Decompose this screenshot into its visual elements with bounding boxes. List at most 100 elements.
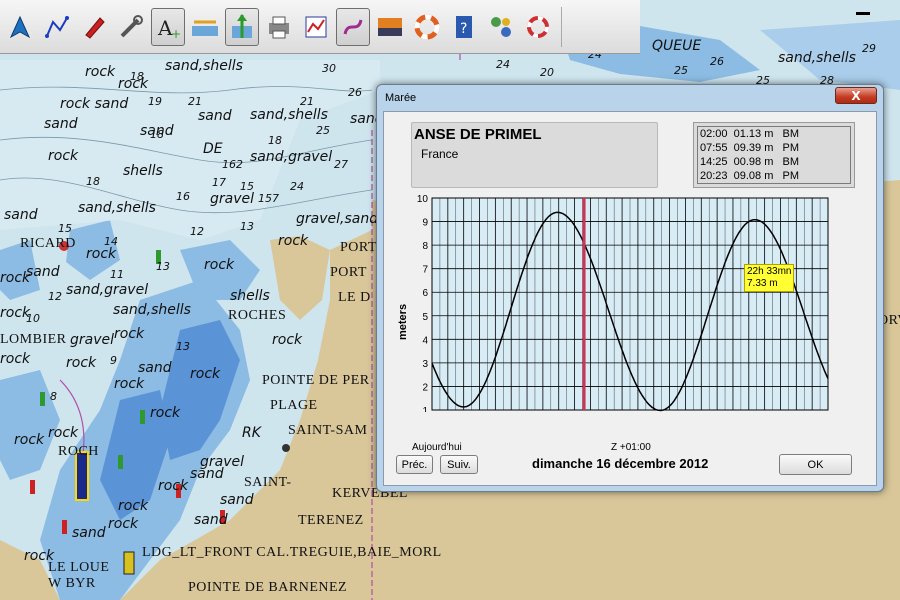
y-tick-label: 3	[422, 359, 428, 370]
y-tick-label: 10	[417, 194, 429, 205]
seabed-label: sand	[190, 466, 224, 482]
depth-sounding: 13	[240, 220, 254, 233]
depth-sounding: 25	[316, 124, 330, 137]
seabed-label: rock	[86, 246, 117, 262]
seabed-label: rock	[66, 355, 97, 371]
tide-dialog: Marée X ANSE DE PRIMEL France 02:00 01.1…	[376, 84, 884, 492]
seabed-label: sand,gravel	[250, 149, 333, 165]
seabed-label: rock	[118, 498, 149, 514]
toolbar: A + ?	[0, 0, 640, 54]
seabed-label: sand	[4, 207, 38, 223]
seabed-label: rock	[48, 425, 79, 441]
place-name: TERENEZ	[298, 513, 364, 528]
next-day-button[interactable]: Suiv.	[440, 455, 478, 474]
depth-sounding: 18	[150, 128, 164, 141]
seabed-label: rock	[14, 432, 45, 448]
today-label: Aujourd'hui	[412, 442, 462, 453]
route-icon[interactable]	[40, 8, 74, 46]
seabed-label: sand	[72, 525, 106, 541]
seabed-label: shells	[230, 288, 270, 304]
seabed-label: rock	[114, 376, 145, 392]
previous-day-button[interactable]: Préc.	[396, 455, 433, 474]
depth-sounding: 21	[300, 95, 314, 108]
place-name: PLAGE	[270, 398, 318, 413]
seabed-label: sand,gravel	[66, 282, 149, 298]
seabed-label: sand	[138, 360, 172, 376]
ok-button[interactable]: OK	[779, 454, 852, 475]
chart-icon[interactable]	[299, 8, 333, 46]
depth-sounding: 26	[348, 86, 362, 99]
depth-sounding: 157	[258, 192, 279, 205]
depth-sounding: 15	[240, 180, 254, 193]
seabed-label: rock	[150, 405, 181, 421]
seabed-label: RK	[242, 425, 261, 441]
depth-sounding: 16	[176, 190, 190, 203]
date-label: dimanche 16 décembre 2012	[532, 456, 709, 471]
depth-sounding: 20	[540, 66, 554, 79]
depth-sounding: 18	[130, 70, 144, 83]
horizon-icon[interactable]	[188, 8, 222, 46]
depth-sounding: 19	[148, 95, 162, 108]
depth-sounding: 18	[86, 175, 100, 188]
seabed-label: shells	[123, 163, 163, 179]
depth-sounding: 12	[190, 225, 204, 238]
seabed-label: sand	[220, 492, 254, 508]
dialog-title: Marée	[385, 92, 417, 104]
depth-sounding: 11	[110, 268, 124, 281]
close-button[interactable]: X	[835, 87, 877, 104]
y-tick-label: 4	[422, 335, 428, 346]
window-minimize-button[interactable]	[856, 12, 870, 15]
text-icon[interactable]: A +	[151, 7, 185, 46]
depth-sounding: 30	[322, 62, 336, 75]
tools-icon[interactable]	[114, 8, 148, 46]
tide-icon[interactable]	[225, 7, 259, 46]
tide-chart[interactable]: 1234567891000010203040506070809101112131…	[384, 112, 876, 412]
seabed-label: rock	[85, 64, 116, 80]
y-tick-label: 7	[422, 265, 428, 276]
seabed-label: rock	[190, 366, 221, 382]
depth-sounding: 26	[710, 55, 724, 68]
seabed-label: rock	[0, 270, 31, 286]
seabed-label: sand,shells	[165, 58, 243, 74]
seabed-label: rock	[272, 332, 303, 348]
marker-icon[interactable]	[77, 8, 111, 46]
seabed-label: DE	[203, 141, 223, 157]
depth-sounding: 24	[290, 180, 304, 193]
settings-icon[interactable]	[521, 8, 555, 46]
seabed-label: rock	[278, 233, 309, 249]
navigation-icon[interactable]	[3, 8, 37, 46]
seabed-label: rock	[204, 257, 235, 273]
place-name: ROCHES	[228, 308, 287, 323]
depth-sounding: 9	[110, 354, 117, 367]
seabed-label: rock	[158, 478, 189, 494]
seabed-label: gravel	[70, 332, 115, 348]
depth-sounding: 24	[496, 58, 510, 71]
place-name: PORT	[340, 240, 377, 255]
seabed-label: sand	[194, 512, 228, 528]
seabed-label: sand,shells	[113, 302, 191, 318]
place-name: ROCH	[58, 444, 99, 459]
place-name: LE LOUE	[48, 560, 110, 575]
place-name: POINTE DE BARNENEZ	[188, 580, 348, 595]
depth-sounding: 17	[212, 176, 226, 189]
seabed-label: rock sand	[60, 96, 129, 112]
lifebuoy-icon[interactable]	[410, 8, 444, 46]
dialog-titlebar[interactable]: Marée X	[377, 85, 883, 111]
tide-tooltip: 22h 33mn 7.33 m	[744, 264, 795, 292]
place-name: SAINT-SAM	[288, 423, 368, 438]
track-icon[interactable]	[336, 7, 370, 46]
seabed-label: sand	[26, 264, 60, 280]
place-name: RICARD	[20, 236, 76, 251]
compass-icon[interactable]	[484, 8, 518, 46]
svg-text:?: ?	[460, 21, 467, 37]
y-tick-label: 8	[422, 241, 428, 252]
help-icon[interactable]: ?	[447, 8, 481, 46]
place-name: LDG_LT_FRONT CAL.TREGUIE,BAIE_MORL	[142, 545, 442, 560]
depth-sounding: 13	[156, 260, 170, 273]
place-name: SAINT-	[244, 475, 292, 490]
seabed-label: rock	[48, 148, 79, 164]
sunset-icon[interactable]	[373, 8, 407, 46]
y-tick-label: 2	[422, 382, 428, 393]
print-icon[interactable]	[262, 8, 296, 46]
seabed-label: sand,shells	[78, 200, 156, 216]
